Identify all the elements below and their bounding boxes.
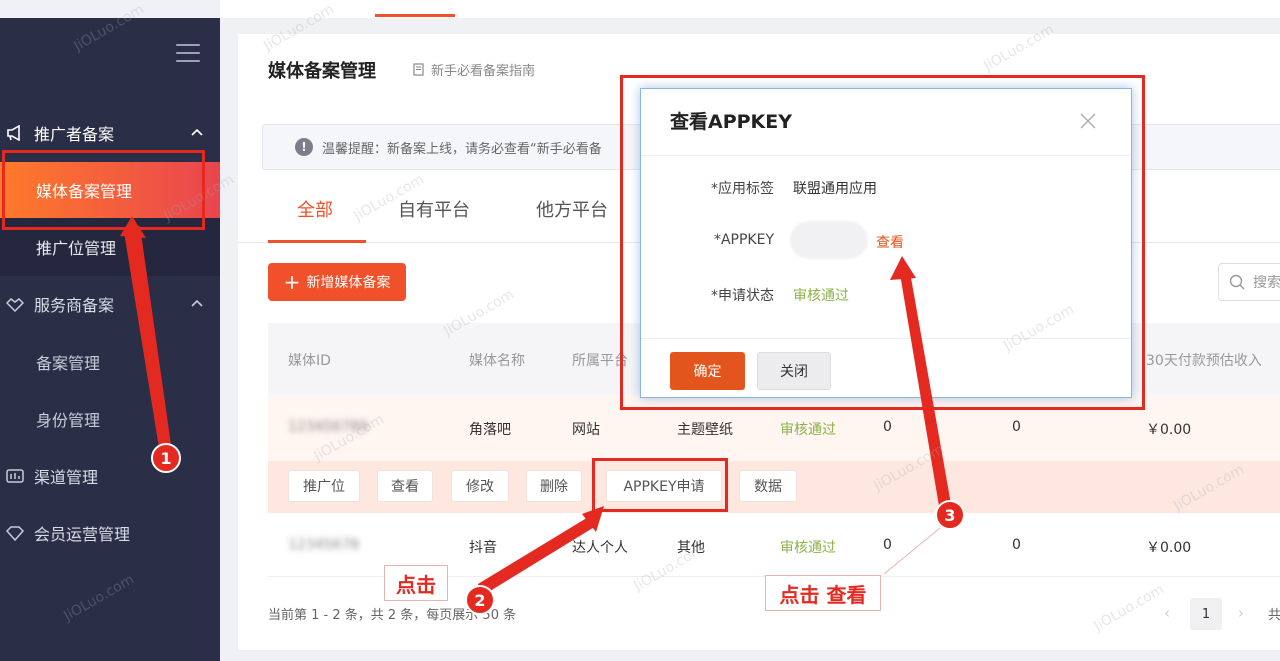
annotation-click: 点击: [384, 565, 448, 601]
step-badge-3: 3: [935, 500, 965, 530]
step-badge-1: 1: [151, 443, 181, 473]
annotation-arrows: [120, 216, 952, 596]
step-badge-2: 2: [465, 585, 495, 615]
annotation-click-view: 点击 查看: [765, 575, 881, 611]
